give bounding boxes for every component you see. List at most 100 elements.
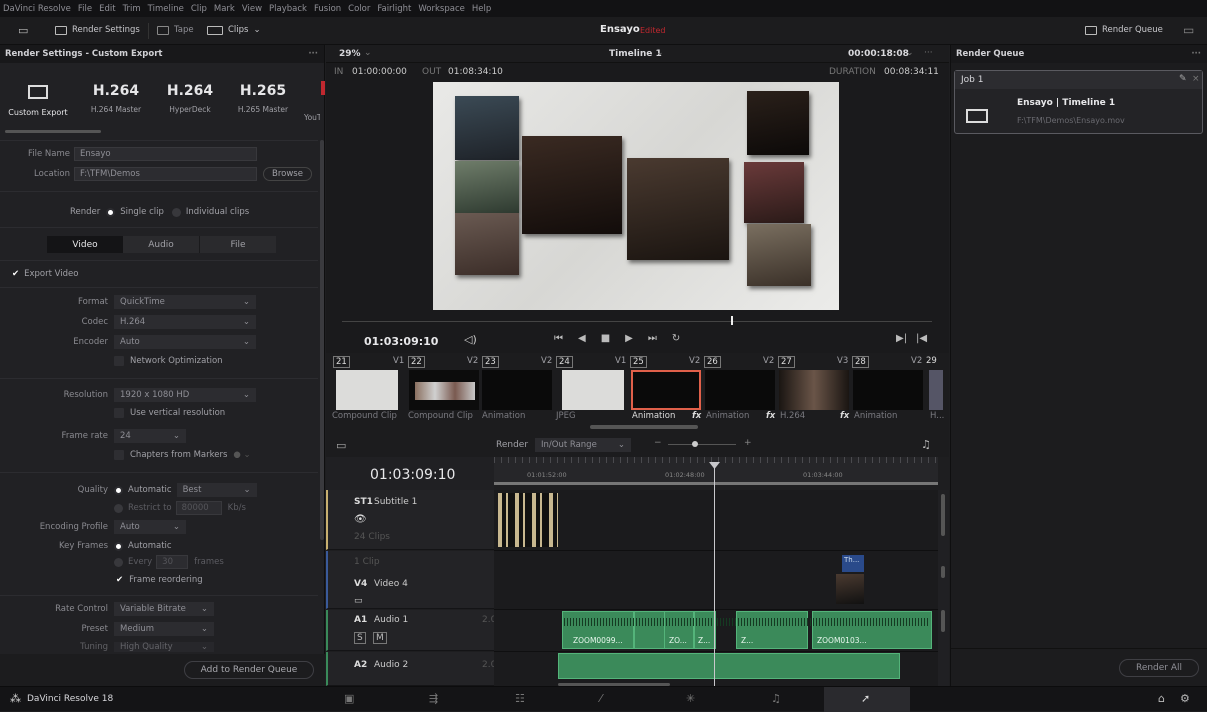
restrict-input[interactable]: 80000 [175, 501, 222, 515]
location-input[interactable]: F:\TFM\Demos [74, 167, 257, 181]
menu-file[interactable]: File [78, 4, 92, 14]
mark-in-icon[interactable]: ▶| [896, 333, 907, 344]
scroll-thumb[interactable] [941, 610, 945, 632]
render-all-button[interactable]: Render All [1119, 659, 1199, 677]
preset-youtube[interactable]: YouTu [304, 113, 320, 122]
render-settings-button[interactable]: Render Settings [55, 25, 140, 35]
render-queue-button[interactable]: Render Queue [1085, 25, 1163, 35]
clip-thumbnail[interactable] [562, 370, 624, 410]
menu-view[interactable]: View [242, 4, 262, 14]
codec-select[interactable]: H.264 ⌄ [114, 315, 256, 329]
tuning-select[interactable]: High Quality ⌄ [114, 642, 214, 652]
viewer-scrubber[interactable] [342, 321, 932, 322]
preset-scrollbar[interactable] [5, 130, 101, 133]
file-name-input[interactable]: Ensayo [74, 147, 257, 161]
menu-fairlight[interactable]: Fairlight [377, 4, 411, 14]
speaker-icon[interactable]: ◁) [464, 333, 477, 346]
clip-thumbnail[interactable] [779, 370, 849, 410]
scroll-thumb[interactable] [941, 566, 945, 578]
tab-video[interactable]: Video [47, 236, 123, 253]
playhead[interactable] [714, 466, 715, 686]
clip-thumbnail[interactable] [853, 370, 923, 410]
menu-clip[interactable]: Clip [191, 4, 207, 14]
close-icon[interactable]: × [1192, 74, 1200, 84]
frame-reordering-checkbox[interactable]: ✔ [116, 575, 123, 585]
reverse-play-icon[interactable]: ◀ [578, 333, 586, 344]
clip-thumbnail[interactable] [705, 370, 775, 410]
export-video-checkbox[interactable]: ✔ [12, 269, 19, 279]
clip-thumbnail-selected[interactable] [631, 370, 701, 410]
render-range-bar[interactable] [494, 482, 938, 485]
menu-fusion[interactable]: Fusion [314, 4, 341, 14]
marker-color-icon[interactable]: ● ⌄ [233, 450, 250, 460]
clip-thumbnail[interactable] [409, 370, 479, 410]
preset-hyperdeck[interactable]: H.264 HyperDeck [160, 83, 220, 114]
single-clip-radio[interactable] [106, 207, 116, 217]
more-options-icon[interactable]: ··· [924, 48, 933, 58]
eye-icon[interactable]: 👁 [354, 514, 367, 525]
video-clip-thumbnail[interactable] [836, 574, 864, 604]
render-range-select[interactable]: In/Out Range ⌄ [535, 438, 631, 452]
monitor-icon[interactable]: ▭ [18, 24, 28, 37]
timeline-select[interactable]: Timeline 1 [609, 49, 662, 59]
network-opt-checkbox[interactable] [114, 356, 124, 366]
menu-color[interactable]: Color [348, 4, 370, 14]
quality-select[interactable]: Best ⌄ [176, 483, 257, 497]
audio-clip[interactable]: ZOOM0103... [812, 611, 932, 649]
video-track-icon[interactable]: ▭ [354, 596, 363, 606]
chapters-checkbox[interactable] [114, 450, 124, 460]
menu-playback[interactable]: Playback [269, 4, 307, 14]
menu-trim[interactable]: Trim [123, 4, 141, 14]
zoom-select[interactable]: 29% [339, 49, 361, 59]
key-frames-every-radio[interactable] [114, 557, 123, 567]
clip-thumbnail[interactable] [336, 370, 398, 410]
more-options-icon[interactable]: ··· [1191, 49, 1201, 59]
video-clip[interactable]: Th... [842, 555, 864, 572]
format-select[interactable]: QuickTime ⌄ [114, 295, 256, 309]
vertical-res-checkbox[interactable] [114, 408, 124, 418]
encoder-select[interactable]: Auto ⌄ [114, 335, 256, 349]
menu-workspace[interactable]: Workspace [418, 4, 464, 14]
video-frame[interactable] [433, 82, 839, 310]
audio-clip[interactable]: ZOOM0099... [562, 611, 634, 649]
jump-start-icon[interactable]: ⏮ [554, 333, 563, 344]
timeline-view-icon[interactable]: ▭ [336, 439, 346, 452]
tape-button[interactable]: Tape [157, 25, 194, 35]
resolution-select[interactable]: 1920 x 1080 HD ⌄ [114, 388, 256, 402]
zoom-slider-handle[interactable] [692, 441, 698, 447]
clip-strip-scrollbar[interactable] [590, 425, 698, 429]
restrict-radio[interactable] [114, 503, 123, 513]
zoom-in-icon[interactable]: + [744, 438, 752, 448]
scroll-thumb[interactable] [941, 494, 945, 536]
music-note-icon[interactable]: ♫ [921, 438, 931, 451]
menu-help[interactable]: Help [472, 4, 491, 14]
audio-clip[interactable]: Z... [736, 611, 808, 649]
clip-thumbnail[interactable] [482, 370, 552, 410]
deliver-page-tab[interactable]: ➚ [824, 687, 910, 712]
play-icon[interactable]: ▶ [625, 333, 633, 344]
mark-out-icon[interactable]: |◀ [916, 333, 927, 344]
quality-auto-radio[interactable] [114, 485, 123, 495]
color-page-icon[interactable]: ✳ [686, 692, 695, 705]
individual-clips-radio[interactable] [171, 207, 181, 217]
cut-page-icon[interactable]: ⇶ [429, 692, 438, 705]
preset-select[interactable]: Medium ⌄ [114, 622, 214, 636]
key-frames-input[interactable]: 30 [156, 555, 189, 569]
frame-rate-select[interactable]: 24 ⌄ [114, 429, 186, 443]
menu-app[interactable]: DaVinci Resolve [3, 4, 71, 14]
zoom-slider[interactable] [668, 444, 736, 445]
home-icon[interactable]: ⌂ [1158, 692, 1165, 705]
media-page-icon[interactable]: ▣ [344, 692, 354, 705]
scrubber-playhead[interactable] [731, 316, 733, 325]
timeline-ruler[interactable]: 01:01:52:00 01:02:48:00 01:03:44:00 [494, 457, 938, 485]
subtitle-clips[interactable] [498, 493, 558, 547]
solo-button[interactable]: S [354, 632, 366, 644]
add-to-render-queue-button[interactable]: Add to Render Queue [184, 661, 314, 679]
preset-h264-master[interactable]: H.264 H.264 Master [86, 83, 146, 114]
mute-button[interactable]: M [373, 632, 387, 644]
settings-scrollbar[interactable] [320, 140, 324, 540]
clip-thumbnail[interactable] [929, 370, 943, 410]
preset-custom-export[interactable]: Custom Export [8, 81, 68, 117]
audio-clip[interactable] [558, 653, 900, 679]
zoom-out-icon[interactable]: − [654, 438, 662, 448]
